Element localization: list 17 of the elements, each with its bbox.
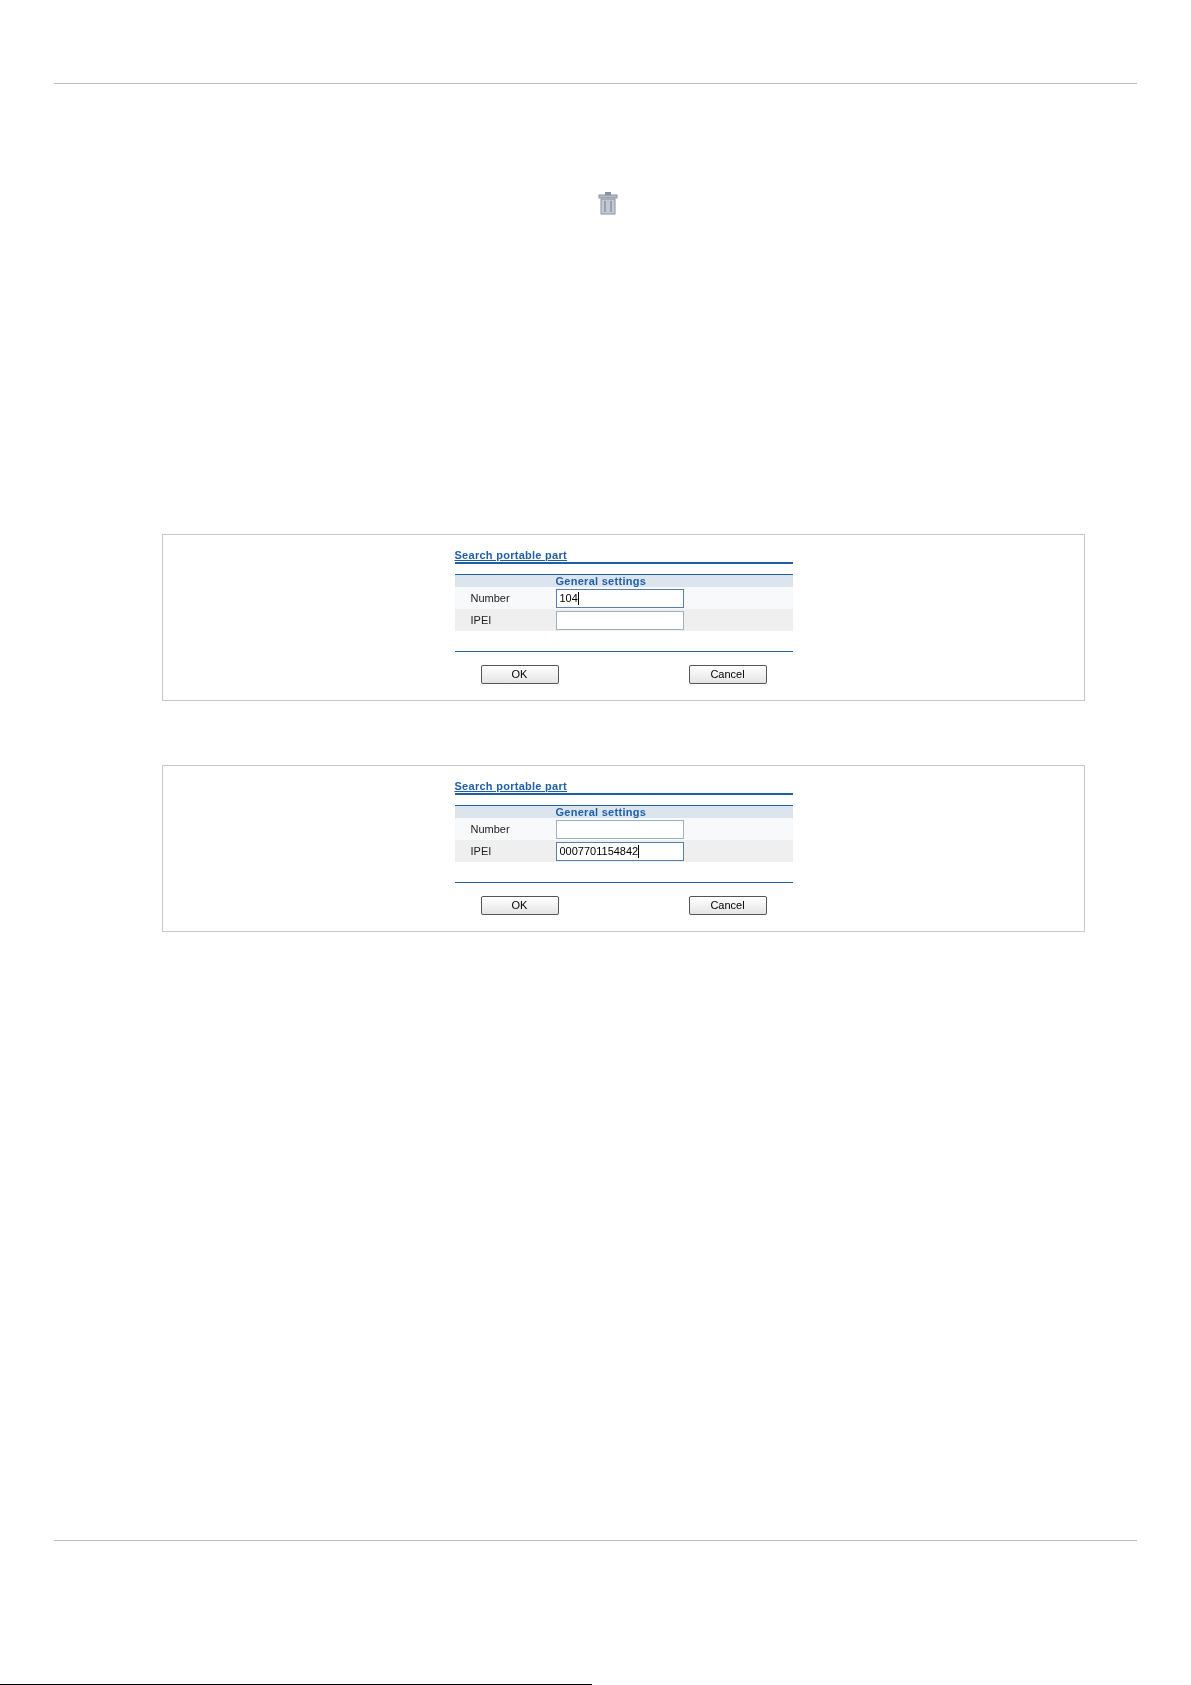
section-header: General settings bbox=[454, 575, 793, 587]
text-field[interactable] bbox=[555, 610, 684, 630]
dialog-button[interactable]: Cancel bbox=[688, 665, 767, 684]
dialog-button[interactable]: OK bbox=[480, 665, 559, 684]
field-label: Number bbox=[469, 590, 511, 606]
field-label: IPEI bbox=[469, 843, 493, 859]
text-field[interactable]: 0007701154842 bbox=[555, 841, 684, 861]
dialog-title: Search portable part bbox=[454, 779, 568, 793]
text-field[interactable]: 104 bbox=[555, 588, 684, 608]
section-header: General settings bbox=[454, 806, 793, 818]
dialog-button[interactable]: Cancel bbox=[688, 896, 767, 915]
dialog-title: Search portable part bbox=[454, 548, 568, 562]
text-field[interactable] bbox=[555, 819, 684, 839]
dialog-button[interactable]: OK bbox=[480, 896, 559, 915]
trash-icon[interactable] bbox=[597, 191, 619, 215]
field-label: IPEI bbox=[469, 612, 493, 628]
field-label: Number bbox=[469, 821, 511, 837]
